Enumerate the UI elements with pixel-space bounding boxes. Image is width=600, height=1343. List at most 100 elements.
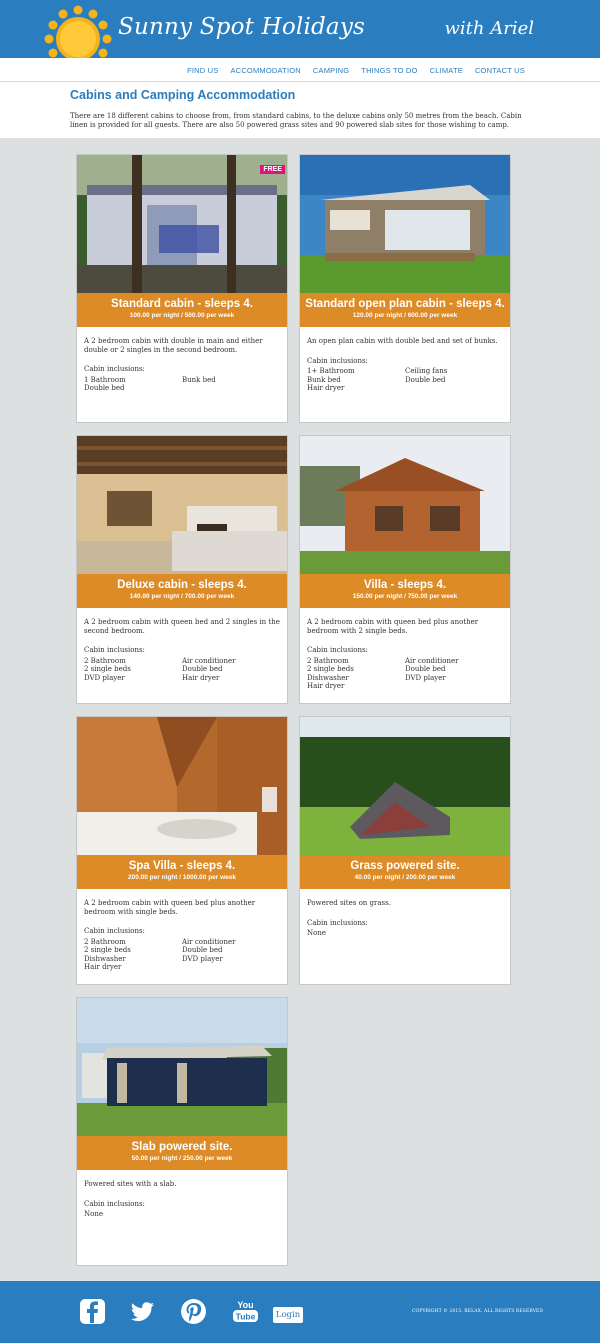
youtube-icon-text-top: You <box>237 1300 253 1310</box>
inclusion-item: 2 single beds <box>307 665 354 673</box>
card-title: Standard cabin - sleeps 4. <box>111 298 253 310</box>
inclusions-label: Cabin inclusions: <box>307 918 368 927</box>
inclusion-item: None <box>84 1210 103 1218</box>
nav-accommodation[interactable]: ACCOMMODATION <box>231 66 301 75</box>
nav-things-to-do[interactable]: THINGS TO DO <box>361 66 417 75</box>
inclusion-item: Bunk bed <box>182 375 216 384</box>
card-open-plan-cabin: Standard open plan cabin - sleeps 4. 120… <box>299 154 511 423</box>
card-villa: Villa - sleeps 4. 150.00 per night / 750… <box>299 435 511 704</box>
card-price: 100.00 per night / 500.00 per week <box>129 312 235 319</box>
card-standard-cabin: FREE Standard cabin - sleeps 4. 100.00 p… <box>76 154 288 423</box>
card-title-band: Deluxe cabin - sleeps 4. 140.00 per nigh… <box>77 574 287 608</box>
card-title: Slab powered site. <box>131 1141 233 1153</box>
card-title: Spa Villa - sleeps 4. <box>128 860 236 872</box>
inclusion-item: Ceiling fans <box>405 367 448 375</box>
card-price: 200.00 per night / 1000.00 per week <box>127 874 237 881</box>
inclusion-item: Air conditioner <box>182 937 236 946</box>
cabin-photo <box>77 155 287 293</box>
card-price: 50.00 per night / 250.00 per week <box>131 1155 233 1162</box>
page-title: Cabins and Camping Accommodation <box>70 88 296 102</box>
inclusions-label: Cabin inclusions: <box>84 365 145 373</box>
card-price: 120.00 per night / 600.00 per week <box>352 312 458 319</box>
inclusion-item: Dishwasher <box>307 673 349 682</box>
inclusion-item: Double bed <box>405 665 446 673</box>
site-photo <box>77 998 287 1136</box>
cabin-photo <box>300 436 510 574</box>
site-title: Sunny Spot Holidays <box>118 14 366 40</box>
inclusion-item: 2 Bathroom <box>307 656 349 665</box>
inclusion-item: DVD player <box>405 673 446 682</box>
youtube-icon[interactable]: You Tube <box>232 1297 259 1324</box>
card-title-band: Villa - sleeps 4. 150.00 per night / 750… <box>300 574 510 608</box>
card-spa-villa: Spa Villa - sleeps 4. 200.00 per night /… <box>76 716 288 985</box>
inclusion-item: Bunk bed <box>307 375 341 384</box>
inclusions-label: Cabin inclusions: <box>307 646 368 654</box>
free-badge: FREE <box>260 165 285 174</box>
card-deluxe-cabin: Deluxe cabin - sleeps 4. 140.00 per nigh… <box>76 435 288 704</box>
inclusion-item: 2 Bathroom <box>84 656 126 665</box>
twitter-icon[interactable] <box>129 1298 156 1325</box>
card-title-band: Standard open plan cabin - sleeps 4. 120… <box>300 293 510 327</box>
inclusion-item: Hair dryer <box>307 682 345 690</box>
inclusion-item: Double bed <box>405 375 446 384</box>
main-navigation: FIND US ACCOMMODATION CAMPING THINGS TO … <box>0 58 600 82</box>
inclusion-item: Air conditioner <box>182 656 236 665</box>
intro-section: Cabins and Camping Accommodation There a… <box>0 82 600 138</box>
card-price: 140.00 per night / 700.00 per week <box>129 593 235 600</box>
inclusion-item: 1+ Bathroom <box>307 367 355 375</box>
inclusion-item: DVD player <box>84 673 125 682</box>
card-price: 150.00 per night / 750.00 per week <box>352 593 458 600</box>
nav-camping[interactable]: CAMPING <box>313 66 349 75</box>
card-description: A 2 bedroom cabin with double in main an… <box>84 337 263 354</box>
cabin-photo <box>77 717 287 855</box>
intro-text: There are 18 different cabins to choose … <box>70 112 522 129</box>
login-button[interactable]: Login <box>273 1307 303 1323</box>
card-body: A 2 bedroom cabin with queen bed and 2 s… <box>84 618 280 682</box>
card-grass-powered-site: Grass powered site. 40.00 per night / 20… <box>299 716 511 985</box>
card-description: Powered sites with a slab. <box>84 1180 177 1188</box>
card-price: 40.00 per night / 200.00 per week <box>354 874 456 881</box>
cabin-photo <box>300 155 510 293</box>
youtube-icon-text-bottom: Tube <box>236 1311 256 1321</box>
inclusions-label: Cabin inclusions: <box>84 646 145 654</box>
card-body: An open plan cabin with double bed and s… <box>307 337 503 393</box>
card-title-band: Standard cabin - sleeps 4. 100.00 per ni… <box>77 293 287 327</box>
site-header: Sunny Spot Holidays with Ariel <box>0 0 600 73</box>
inclusions-label: Cabin inclusions: <box>84 1199 145 1208</box>
card-title: Grass powered site. <box>350 860 460 872</box>
inclusion-item: Double bed <box>182 946 223 954</box>
inclusion-item: Double bed <box>182 665 223 673</box>
nav-contact-us[interactable]: CONTACT US <box>475 66 525 75</box>
nav-climate[interactable]: CLIMATE <box>430 66 463 75</box>
card-title: Villa - sleeps 4. <box>363 579 447 591</box>
cabin-photo <box>77 436 287 574</box>
site-photo <box>300 717 510 855</box>
card-description: Powered sites on grass. <box>307 899 391 907</box>
copyright-text: COPYRIGHT © 2015. RELAX. ALL RIGHTS RESE… <box>412 1309 544 1314</box>
inclusion-item: Hair dryer <box>84 963 122 971</box>
card-description: A 2 bedroom cabin with queen bed and 2 s… <box>84 618 280 635</box>
pinterest-icon[interactable] <box>180 1298 207 1325</box>
inclusions-label: Cabin inclusions: <box>307 356 368 365</box>
card-body: A 2 bedroom cabin with double in main an… <box>84 337 280 393</box>
site-footer: You Tube Login COPYRIGHT © 2015. RELAX. … <box>0 1281 600 1343</box>
site-tagline: with Ariel <box>444 18 534 39</box>
inclusion-item: Dishwasher <box>84 954 126 963</box>
inclusion-item: 2 single beds <box>84 665 131 673</box>
card-description: An open plan cabin with double bed and s… <box>307 337 498 345</box>
inclusion-item: None <box>307 929 326 937</box>
card-title-band: Grass powered site. 40.00 per night / 20… <box>300 855 510 889</box>
card-description: A 2 bedroom cabin with queen bed plus an… <box>84 899 256 916</box>
facebook-icon[interactable] <box>79 1298 106 1325</box>
inclusion-item: Double bed <box>84 384 125 392</box>
inclusion-item: Hair dryer <box>182 673 220 682</box>
card-description: A 2 bedroom cabin with queen bed plus an… <box>307 618 479 635</box>
inclusion-item: DVD player <box>182 954 223 963</box>
card-title-band: Slab powered site. 50.00 per night / 250… <box>77 1136 287 1170</box>
inclusion-item: Air conditioner <box>405 656 459 665</box>
card-body: A 2 bedroom cabin with queen bed plus an… <box>307 618 503 691</box>
card-title: Standard open plan cabin - sleeps 4. <box>305 298 505 310</box>
nav-find-us[interactable]: FIND US <box>187 66 218 75</box>
inclusion-item: 2 single beds <box>84 946 131 954</box>
card-body: Powered sites with a slab. Cabin inclusi… <box>84 1180 280 1219</box>
